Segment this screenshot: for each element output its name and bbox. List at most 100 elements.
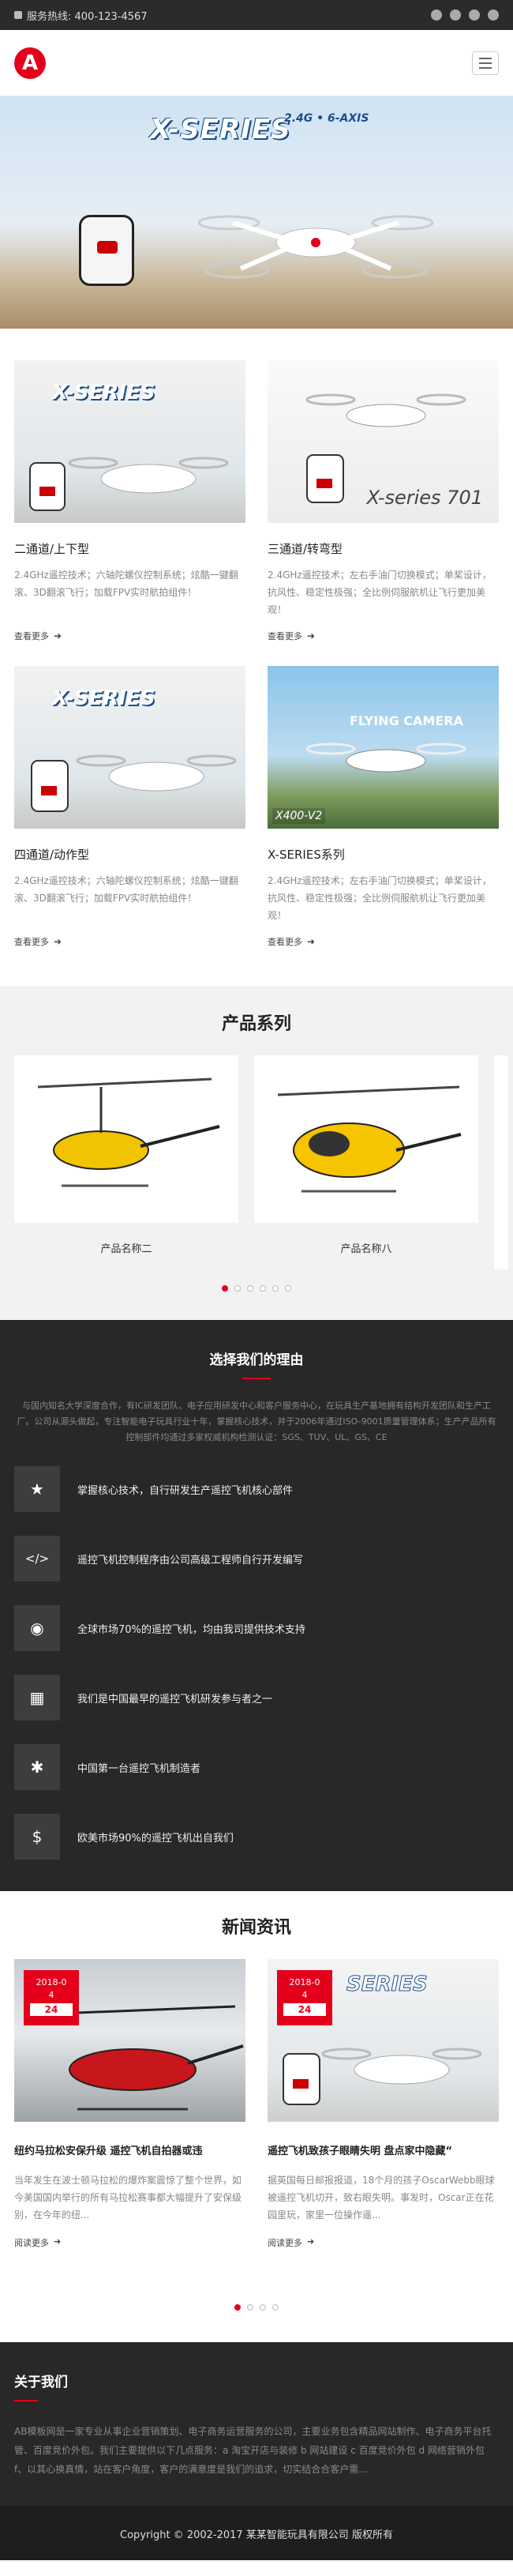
product-card[interactable]: FLYING CAMERA X400-V2 X-SERIES系列 2.4GHz遥… [268,666,499,948]
helicopter-image [14,1055,238,1223]
view-more-link[interactable]: 查看更多 ➜ [14,630,245,642]
reason-text: 我们是中国最早的遥控飞机研发参与者之一 [77,1693,273,1705]
product-desc: 2.4GHz遥控技术；六轴陀螺仪控制系统；炫酷一键翻滚、3D翻滚飞行；加载FPV… [14,875,238,904]
view-more-link[interactable]: 查看更多 ➜ [268,630,499,642]
social-links [431,9,499,21]
reason-item: ◉ 全球市场70%的遥控飞机，均由我司提供技术支持 [14,1605,499,1651]
qq-icon[interactable] [488,9,499,21]
carousel-dot[interactable] [260,2304,266,2311]
read-more-link[interactable]: 阅读更多 ➜ [14,2236,245,2249]
carousel-dot[interactable] [247,2304,253,2311]
view-more-link[interactable]: 查看更多 ➜ [268,935,499,948]
title-underline [242,1378,271,1379]
news-date-badge: 2018-0 4 24 [277,1970,332,2025]
product-desc: 2.4GHz遥控技术；左右手油门切换模式；单桨设计，抗风性、稳定性极强；全比例伺… [268,875,492,921]
news-date-badge: 2018-0 4 24 [24,1970,79,2025]
product-image[interactable]: FLYING CAMERA X400-V2 [268,666,499,829]
hotline-text: 服务热线: 400-123-4567 [27,10,148,23]
carousel-dot[interactable] [272,1285,279,1292]
copyright: Copyright © 2002-2017 某某智能玩具有限公司 版权所有 [120,2529,393,2541]
series-slide[interactable]: 产品名称八 [254,1055,478,1269]
series-slide[interactable]: 产品名称二 [14,1055,238,1269]
view-more-label: 查看更多 [14,631,49,641]
view-more-link[interactable]: 查看更多 ➜ [14,935,245,948]
menu-toggle-button[interactable] [472,51,499,75]
reason-text: 欧美市场90%的遥控飞机出自我们 [77,1832,234,1845]
hero-banner[interactable]: X-SERIES 2.4G • 6-AXIS [0,96,513,329]
reasons-intro: 与国内知名大学深度合作，有IC研发团队、电子应用研发中心和客户服务中心，在玩具生… [17,1401,496,1442]
date-day: 24 [283,2003,326,2016]
product-title[interactable]: 二通道/上下型 [14,540,245,557]
arrow-right-icon: ➜ [54,2236,62,2247]
product-image[interactable]: X-series 701 [268,360,499,523]
date-month: 4 [301,1990,308,2000]
read-more-label: 阅读更多 [14,2238,49,2248]
footer: Copyright © 2002-2017 某某智能玩具有限公司 版权所有 [0,2506,513,2560]
phone-icon [14,11,22,19]
read-more-label: 阅读更多 [268,2238,302,2248]
carousel-dot[interactable] [222,1285,228,1292]
product-desc: 2.4GHz遥控技术；左右手油门切换模式；单桨设计，抗风性、稳定性极强；全比例伺… [268,570,492,615]
product-image[interactable]: X-SERIES [14,360,245,523]
date-year-month: 2018-0 [36,1977,67,1987]
carousel-dot[interactable] [234,2304,241,2311]
news-card[interactable]: SERIES 2018-0 4 24 遥控飞机致孩子眼睛失明 盘点家中隐藏“ 据… [268,1959,499,2249]
read-more-link[interactable]: 阅读更多 ➜ [268,2236,499,2249]
product-card[interactable]: X-series 701 三通道/转弯型 2.4GHz遥控技术；左右手油门切换模… [268,360,499,642]
weibo-icon[interactable] [431,9,442,21]
product-card[interactable]: X-SERIES 二通道/上下型 2.4GHz遥控技术；六轴陀螺仪控制系统；炫酷… [14,360,245,642]
reasons-section: 选择我们的理由 与国内知名大学深度合作，有IC研发团队、电子应用研发中心和客户服… [0,1320,513,1891]
news-title[interactable]: 遥控飞机致孩子眼睛失明 盘点家中隐藏“ [268,2142,499,2157]
hamburger-icon [479,57,492,59]
carousel-dot[interactable] [285,1285,291,1292]
product-title[interactable]: X-SERIES系列 [268,846,499,863]
product-title[interactable]: 三通道/转弯型 [268,540,499,557]
news-desc: 据英国每日邮报报道，18个月的孩子OscarWebb眼球被遥控飞机切开，致右眼失… [268,2175,495,2221]
news-image[interactable]: 2018-0 4 24 [14,1959,245,2122]
news-title[interactable]: 纽约马拉松安保升级 遥控飞机自拍器或违 [14,2142,245,2157]
section-title: 新闻资讯 [221,1918,291,1938]
product-desc: 2.4GHz遥控技术；六轴陀螺仪控制系统；炫酷一键翻滚、3D翻滚飞行；加载FPV… [14,570,238,598]
news-card[interactable]: 2018-0 4 24 纽约马拉松安保升级 遥控飞机自拍器或违 当年发生在波士顿… [14,1959,245,2249]
top-bar: 服务热线: 400-123-4567 [0,0,513,30]
carousel-dot[interactable] [247,1285,253,1292]
drone-image [31,754,237,812]
product-title[interactable]: 四通道/动作型 [14,846,245,863]
carousel-dot[interactable] [234,1285,241,1292]
remote-control-image [79,215,134,286]
news-desc: 当年发生在波士顿马拉松的爆炸案震惊了整个世界，如今美国国内举行的所有马拉松赛事都… [14,2175,242,2221]
pinterest-icon[interactable] [469,9,480,21]
product-card[interactable]: X-SERIES 四通道/动作型 2.4GHz遥控技术；六轴陀螺仪控制系统；炫酷… [14,666,245,948]
logo[interactable]: A [14,47,46,79]
news-image[interactable]: SERIES 2018-0 4 24 [268,1959,499,2122]
money-icon: $ [14,1814,60,1860]
svg-text:SERIES: SERIES [346,1972,428,1996]
series-item-name[interactable]: 产品名称八 [254,1223,478,1269]
tencent-weibo-icon[interactable] [450,9,461,21]
star-icon: ★ [14,1466,60,1512]
arrow-right-icon: ➜ [54,630,62,641]
about-text: AB模板网是一家专业从事企业营销策划、电子商务运营服务的公司，主要业务包含精品网… [14,2426,492,2475]
series-carousel[interactable]: 产品名称二 产品名称八 [0,1035,513,1269]
carousel-dots [0,1285,513,1292]
code-icon: </> [14,1536,60,1581]
product-image[interactable]: X-SERIES [14,666,245,829]
banner-brand: X-SERIES [150,114,291,145]
arrow-right-icon: ➜ [307,630,316,641]
series-item-name[interactable]: 产品名称二 [14,1223,238,1269]
carousel-dot[interactable] [272,2304,279,2311]
drone-image [197,215,434,279]
section-title: 产品系列 [221,1014,291,1034]
carousel-dot[interactable] [260,1285,266,1292]
reason-item: ✱ 中国第一台遥控飞机制造者 [14,1744,499,1790]
reason-item: ▦ 我们是中国最早的遥控飞机研发参与者之一 [14,1675,499,1720]
about-section: 关于我们 AB模板网是一家专业从事企业营销策划、电子商务运营服务的公司，主要业务… [0,2342,513,2506]
about-title: 关于我们 [14,2375,68,2390]
date-month: 4 [48,1990,54,2000]
hotline: 服务热线: 400-123-4567 [14,8,148,23]
section-title: 选择我们的理由 [209,1352,304,1368]
reason-text: 掌握核心技术，自行研发生产遥控飞机核心部件 [77,1484,294,1497]
image-tag: X400-V2 [272,808,326,824]
product-grid: X-SERIES 二通道/上下型 2.4GHz遥控技术；六轴陀螺仪控制系统；炫酷… [0,329,513,956]
asterisk-icon: ✱ [14,1744,60,1790]
